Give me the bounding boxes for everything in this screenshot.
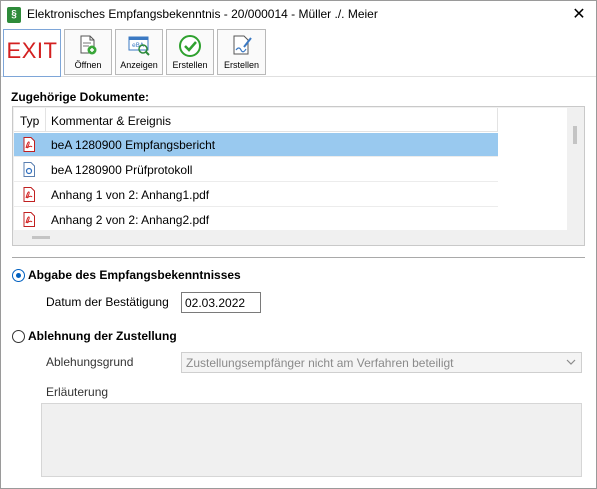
list-header: Typ Kommentar & Ereignis [14, 108, 498, 132]
checkmark-icon [178, 34, 202, 61]
list-item[interactable]: Anhang 1 von 2: Anhang1.pdf [14, 183, 498, 207]
reason-select-value: Zustellungsempfänger nicht am Verfahren … [186, 356, 454, 370]
date-label: Datum der Bestätigung [46, 295, 169, 309]
create-sign-button[interactable]: Erstellen [217, 29, 266, 75]
paragraph-icon: § [7, 7, 21, 23]
documents-section-label: Zugehörige Dokumente: [11, 90, 150, 104]
accept-radio[interactable] [12, 268, 25, 282]
view-label: Anzeigen [120, 60, 158, 70]
open-button[interactable]: Öffnen [64, 29, 112, 75]
vertical-scrollbar[interactable] [567, 108, 583, 230]
column-divider[interactable] [45, 108, 46, 132]
open-document-icon [77, 34, 99, 59]
explanation-label: Erläuterung [46, 385, 109, 399]
exit-label: EXIT [6, 38, 58, 63]
generic-file-icon [23, 162, 35, 180]
column-divider[interactable] [497, 108, 498, 132]
column-header-comment[interactable]: Kommentar & Ereignis [51, 114, 171, 128]
documents-list[interactable]: Typ Kommentar & Ereignis beA 1280900 Emp… [12, 106, 585, 246]
list-item[interactable]: beA 1280900 Prüfprotokoll [14, 158, 498, 182]
scrollbar-thumb[interactable] [573, 126, 577, 144]
title-bar: § Elektronisches Empfangsbekenntnis - 20… [1, 1, 596, 29]
reason-select[interactable]: Zustellungsempfänger nicht am Verfahren … [181, 352, 582, 373]
reason-label: Ablehungsgrund [46, 355, 134, 369]
reject-radio-label[interactable]: Ablehnung der Zustellung [28, 329, 177, 343]
reject-option[interactable]: Ablehnung der Zustellung [12, 329, 177, 343]
pdf-icon [23, 137, 35, 155]
chevron-down-icon[interactable] [566, 355, 576, 372]
list-item-text: beA 1280900 Empfangsbericht [51, 138, 216, 152]
list-item-text: beA 1280900 Prüfprotokoll [51, 163, 193, 177]
accept-option[interactable]: Abgabe des Empfangsbekenntnisses [12, 268, 241, 282]
window-title: Elektronisches Empfangsbekenntnis - 20/0… [27, 7, 378, 21]
view-document-icon: eBA [127, 34, 151, 59]
list-item[interactable]: beA 1280900 Empfangsbericht [14, 133, 498, 157]
reject-radio[interactable] [12, 329, 25, 343]
view-button[interactable]: eBA Anzeigen [115, 29, 163, 75]
column-header-type[interactable]: Typ [20, 114, 39, 128]
list-item-text: Anhang 2 von 2: Anhang2.pdf [51, 213, 210, 227]
dialog-window: § Elektronisches Empfangsbekenntnis - 20… [0, 0, 597, 489]
pdf-icon [23, 187, 35, 205]
open-label: Öffnen [74, 60, 102, 70]
sign-document-icon [230, 34, 254, 59]
accept-radio-label[interactable]: Abgabe des Empfangsbekenntnisses [28, 268, 241, 282]
horizontal-scrollbar[interactable] [14, 230, 569, 244]
pdf-icon [23, 212, 35, 230]
scrollbar-thumb[interactable] [32, 236, 50, 239]
documents-list-content: Typ Kommentar & Ereignis beA 1280900 Emp… [14, 108, 569, 230]
close-button[interactable]: ✕ [568, 4, 590, 26]
section-divider [12, 257, 585, 258]
create-sign-label: Erstellen [223, 60, 259, 70]
list-item-text: Anhang 1 von 2: Anhang1.pdf [51, 188, 210, 202]
exit-button[interactable]: EXIT [3, 29, 61, 77]
date-input[interactable] [181, 292, 261, 313]
toolbar: EXIT Öffnen eBA Anzeigen Erstellen Erste… [1, 29, 596, 77]
list-item[interactable]: Anhang 2 von 2: Anhang2.pdf [14, 208, 498, 230]
create-accept-label: Erstellen [172, 60, 208, 70]
create-accept-button[interactable]: Erstellen [166, 29, 214, 75]
explanation-textarea[interactable] [41, 403, 582, 477]
